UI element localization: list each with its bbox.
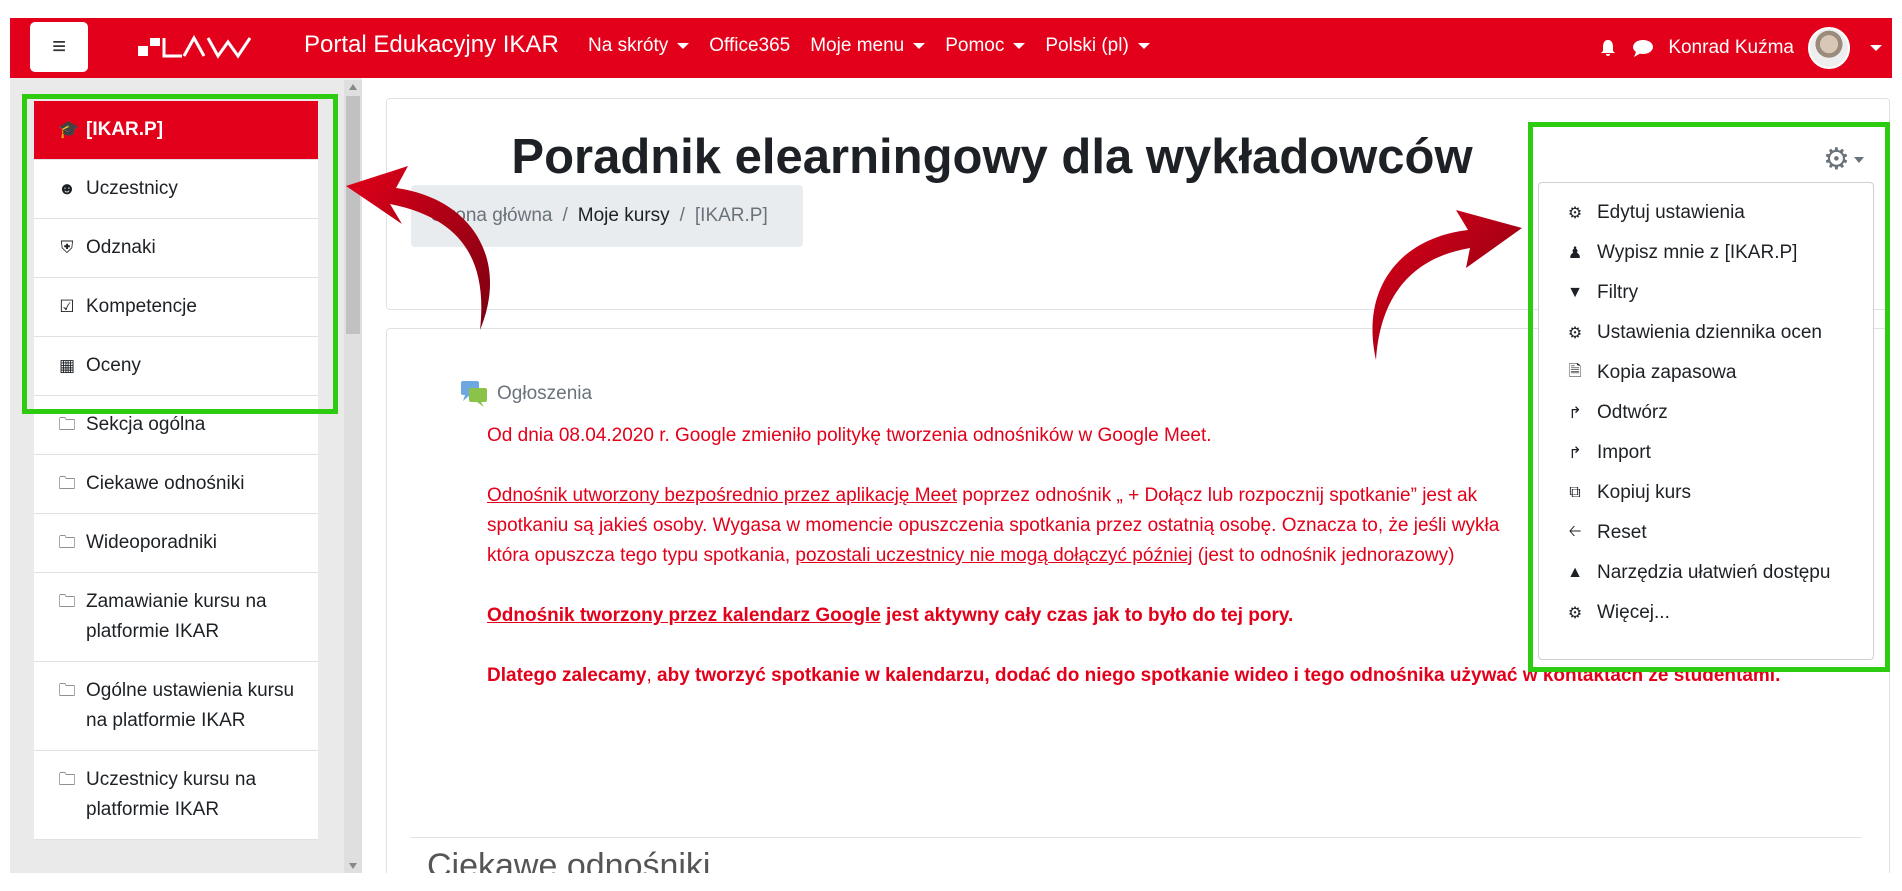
inline-link[interactable]: Odnośnik utworzony bezpośrednio przez ap… <box>487 485 957 506</box>
folder-icon: 🗀 <box>58 770 76 789</box>
caret-down-icon <box>677 43 690 49</box>
nav-item-my-menu[interactable]: Moje menu <box>810 35 926 57</box>
user-name[interactable]: Konrad Kuźma <box>1668 37 1794 59</box>
primary-navigation: Na skróty Office365 Moje menu Pomoc Pols… <box>588 35 1150 57</box>
breadcrumb-separator: / <box>679 205 685 226</box>
section-divider <box>411 837 1861 838</box>
scrollbar-thumb[interactable] <box>346 96 360 334</box>
top-navbar: ≡ Portal Edukacyjny IKAR Na skróty Offic… <box>10 18 1892 78</box>
caret-down-icon <box>913 43 926 49</box>
breadcrumb-home[interactable]: Strona główna <box>431 205 552 227</box>
user-avatar[interactable] <box>1808 27 1850 69</box>
breadcrumb-my-courses[interactable]: Moje kursy <box>578 205 670 227</box>
browser-viewport: ≡ Portal Edukacyjny IKAR Na skróty Offic… <box>10 18 1892 873</box>
folder-icon: 🗀 <box>58 415 76 434</box>
scroll-up-icon[interactable] <box>349 84 357 90</box>
user-navigation: Konrad Kuźma <box>1598 24 1882 72</box>
folder-icon: 🗀 <box>58 681 76 700</box>
folder-icon: 🗀 <box>58 474 76 493</box>
sidebar-item-ordering-course[interactable]: 🗀 Zamawianie kursu na platformie IKAR <box>34 573 318 662</box>
bell-icon[interactable] <box>1598 38 1618 58</box>
sidebar-item-links[interactable]: 🗀 Ciekawe odnośniki <box>34 455 318 514</box>
hamburger-icon: ≡ <box>51 33 66 60</box>
user-menu-caret-icon[interactable] <box>1870 45 1882 51</box>
breadcrumb-current[interactable]: [IKAR.P] <box>695 205 768 227</box>
site-name-link[interactable]: Portal Edukacyjny IKAR <box>304 31 559 59</box>
law-logo[interactable] <box>138 34 258 60</box>
scroll-down-icon[interactable] <box>349 863 357 869</box>
folder-icon: 🗀 <box>58 533 76 552</box>
announcements-title: Ogłoszenia <box>497 383 593 404</box>
inline-link[interactable]: Odnośnik tworzony przez kalendarz Google <box>487 605 881 626</box>
sidebar-scrollbar[interactable] <box>344 80 362 873</box>
sidebar-item-general-settings[interactable]: 🗀 Ogólne ustawienia kursu na platformie … <box>34 662 318 751</box>
sidebar-item-course-participants[interactable]: 🗀 Uczestnicy kursu na platformie IKAR <box>34 751 318 840</box>
highlight-box-sidebar <box>22 94 338 414</box>
breadcrumb: Strona główna / Moje kursy / [IKAR.P] <box>411 185 803 247</box>
nav-item-shortcuts[interactable]: Na skróty <box>588 35 690 57</box>
caret-down-icon <box>1137 43 1150 49</box>
nav-item-office365[interactable]: Office365 <box>709 35 790 57</box>
nav-item-help[interactable]: Pomoc <box>945 35 1026 57</box>
inline-link[interactable]: pozostali uczestnicy nie mogą dołączyć p… <box>795 545 1192 566</box>
page-title: Poradnik elearningowy dla wykładowców <box>511 130 1473 184</box>
breadcrumb-separator: / <box>562 205 568 226</box>
sidebar-item-video-guides[interactable]: 🗀 Wideoporadniki <box>34 514 318 573</box>
announcements-activity[interactable]: Ogłoszenia <box>459 379 592 409</box>
nav-item-language[interactable]: Polski (pl) <box>1045 35 1150 57</box>
folder-icon: 🗀 <box>58 592 76 611</box>
caret-down-icon <box>1013 43 1026 49</box>
menu-toggle-button[interactable]: ≡ <box>30 22 88 72</box>
section-title: Ciekawe odnośniki <box>427 847 711 873</box>
forum-icon <box>461 381 487 407</box>
highlight-box-settings-menu <box>1528 122 1890 672</box>
message-icon[interactable] <box>1632 38 1654 58</box>
